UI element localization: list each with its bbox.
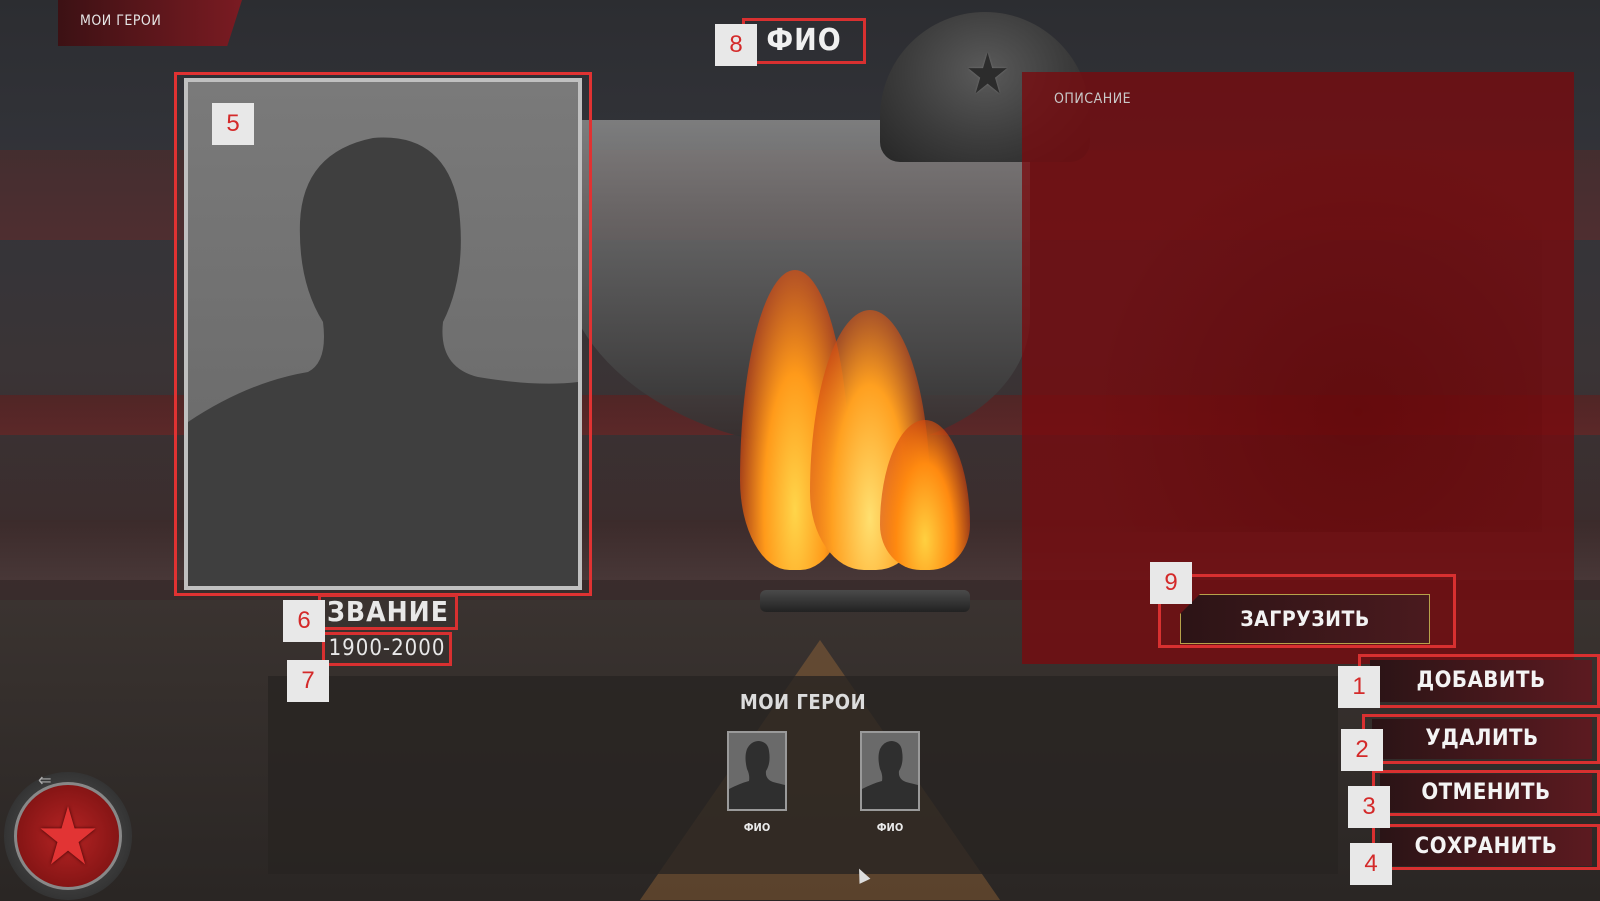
hero-years-field[interactable]: 1900-2000	[322, 632, 452, 666]
hero-rank-field[interactable]: ЗВАНИЕ	[318, 594, 458, 630]
hero-photo[interactable]	[184, 78, 582, 590]
hero-thumbnail	[860, 731, 920, 811]
badge-8: 8	[715, 24, 757, 66]
add-button-label: ДОБАВИТЬ	[1416, 668, 1546, 693]
hero-years-text: 1900-2000	[328, 636, 446, 661]
hero-thumbnail	[727, 731, 787, 811]
hero-name-text: ФИО	[766, 23, 842, 58]
badge-4: 4	[1350, 843, 1392, 885]
delete-button[interactable]: УДАЛИТЬ	[1372, 719, 1592, 759]
main-menu-emblem[interactable]: ⇐ ★	[4, 770, 132, 900]
badge-7: 7	[287, 660, 329, 702]
hero-name-field[interactable]: ФИО	[742, 18, 866, 64]
red-star-icon: ★	[35, 790, 101, 883]
star-icon: ★	[965, 42, 1011, 107]
badge-9: 9	[1150, 562, 1192, 604]
badge-1: 1	[1338, 666, 1380, 708]
my-heroes-tab-label: МОИ ГЕРОИ	[80, 13, 162, 29]
eternal-flame	[720, 250, 980, 580]
add-button[interactable]: ДОБАВИТЬ	[1370, 660, 1592, 702]
cancel-button-label: ОТМЕНИТЬ	[1421, 780, 1551, 805]
panel-texture	[1082, 132, 1542, 532]
cancel-button[interactable]: ОТМЕНИТЬ	[1380, 774, 1592, 812]
badge-2: 2	[1341, 729, 1383, 771]
emblem-disc: ★	[14, 782, 122, 890]
hero-list-item-name: ФИО	[876, 821, 904, 834]
hero-rank-text: ЗВАНИЕ	[327, 595, 449, 628]
hero-list-item[interactable]: ФИО	[727, 731, 787, 834]
save-button-label: СОХРАНИТЬ	[1414, 834, 1558, 859]
silhouette-icon	[729, 741, 785, 809]
heroes-list-title: МОИ ГЕРОИ	[739, 690, 867, 714]
badge-3: 3	[1348, 786, 1390, 828]
delete-button-label: УДАЛИТЬ	[1425, 726, 1539, 751]
silhouette-icon	[862, 741, 918, 809]
silhouette-icon	[188, 137, 578, 586]
load-description-button[interactable]: ЗАГРУЗИТЬ ОПИСАНИЕ	[1180, 594, 1430, 644]
hero-list-item[interactable]: ФИО	[860, 731, 920, 834]
description-label: ОПИСАНИЕ	[1054, 91, 1132, 107]
my-heroes-tab[interactable]: МОИ ГЕРОИ	[58, 0, 242, 46]
flame-base	[760, 590, 970, 612]
badge-6: 6	[283, 600, 325, 642]
hero-list-item-name: ФИО	[743, 821, 771, 834]
badge-5: 5	[212, 103, 254, 145]
save-button[interactable]: СОХРАНИТЬ	[1380, 828, 1592, 866]
heroes-list-panel: МОИ ГЕРОИ ФИО ФИО	[268, 676, 1338, 874]
